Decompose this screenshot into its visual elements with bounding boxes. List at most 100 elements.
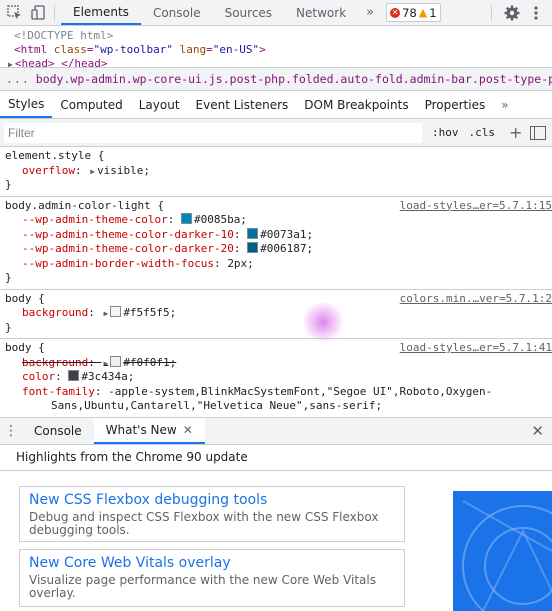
drawer-tab-console[interactable]: Console (22, 418, 94, 444)
property-value[interactable]: #f5f5f5; (123, 306, 176, 319)
tab-layout[interactable]: Layout (131, 91, 188, 118)
property-name[interactable]: --wp-admin-theme-color-darker-20 (22, 242, 234, 255)
styles-filter-input[interactable] (4, 122, 422, 143)
drawer-tab-whats-new[interactable]: What's New ✕ (93, 418, 205, 444)
dom-tree: <!DOCTYPE html> <html class="wp-toolbar"… (0, 26, 552, 67)
property-value[interactable]: #0085ba; (194, 213, 247, 226)
rule-body-load-styles: body { load-styles…er=5.7.1:41 backgroun… (0, 339, 552, 417)
tab-console[interactable]: Console (141, 0, 213, 25)
whats-new-card[interactable]: New Core Web Vitals overlay Visualize pa… (19, 549, 405, 607)
whats-new-card[interactable]: New CSS Flexbox debugging tools Debug an… (19, 486, 405, 542)
rule-source-link[interactable]: load-styles…er=5.7.1:15 (400, 199, 552, 212)
tab-properties[interactable]: Properties (417, 91, 494, 118)
rule-source-link[interactable]: colors.min.…ver=5.7.1:2 (400, 292, 552, 305)
tab-dom-breakpoints[interactable]: DOM Breakpoints (296, 91, 416, 118)
toggle-sidebar-icon[interactable] (530, 125, 547, 140)
property-name[interactable]: --wp-admin-border-width-focus (22, 257, 214, 270)
breadcrumb-body[interactable]: body.wp-admin.wp-core-ui.js.post-php.fol… (36, 72, 552, 86)
card-title[interactable]: New Core Web Vitals overlay (29, 554, 395, 572)
color-swatch[interactable] (180, 213, 192, 224)
close-drawer-icon[interactable]: ✕ (531, 422, 544, 440)
color-swatch[interactable] (68, 370, 80, 381)
drawer-tabbar: ⋮ Console What's New ✕ ✕ (0, 417, 552, 445)
styles-filter-bar: :hov .cls + (0, 119, 552, 147)
rule-close-brace: } (5, 271, 12, 284)
property-name[interactable]: --wp-admin-theme-color (22, 213, 168, 226)
color-swatch[interactable] (110, 306, 122, 317)
property-name[interactable]: --wp-admin-theme-color-darker-10 (22, 228, 234, 241)
dom-html-line[interactable]: <html class="wp-toolbar" lang="en-US"> (0, 43, 552, 57)
rule-close-brace: } (5, 178, 12, 191)
property-name[interactable]: background (22, 356, 88, 369)
breadcrumb-overflow[interactable]: ... (0, 72, 36, 86)
styles-pane-tabs: Styles Computed Layout Event Listeners D… (0, 91, 552, 119)
color-swatch[interactable] (247, 242, 259, 253)
device-toolbar-icon[interactable] (28, 3, 48, 23)
style-property[interactable]: font-family: -apple-system,BlinkMacSyste… (5, 385, 552, 400)
warning-count: 1 (429, 5, 437, 20)
rule-source-link[interactable]: load-styles…er=5.7.1:41 (400, 341, 552, 354)
hov-toggle[interactable]: :hov (432, 126, 459, 139)
style-property[interactable]: overflow: ▶ visible; (5, 164, 552, 179)
property-name[interactable]: color (22, 370, 55, 383)
property-value[interactable]: -apple-system,BlinkMacSystemFont,"Segoe … (108, 385, 492, 398)
property-value[interactable]: #3c434a; (81, 370, 134, 383)
property-value[interactable]: #006187; (260, 242, 313, 255)
style-property[interactable]: --wp-admin-border-width-focus: 2px; (5, 257, 552, 272)
expand-triangle-icon[interactable]: ▶ (8, 60, 13, 67)
dom-head-line[interactable]: ▶ <head> </head> (0, 57, 552, 67)
tab-sources[interactable]: Sources (213, 0, 284, 25)
customize-menu-icon[interactable] (526, 3, 546, 23)
rule-body-colors: body { colors.min.…ver=5.7.1:2 backgroun… (0, 290, 552, 339)
style-property[interactable]: background: ▶ #f5f5f5; (5, 306, 552, 321)
tab-event-listeners[interactable]: Event Listeners (188, 91, 297, 118)
property-name[interactable]: overflow (22, 164, 75, 177)
card-title[interactable]: New CSS Flexbox debugging tools (29, 491, 395, 509)
property-value-continued[interactable]: Sans,Ubuntu,Cantarell,"Helvetica Neue",s… (5, 399, 552, 414)
devtools-toolbar: Elements Console Sources Network » ✕ 78 … (0, 0, 552, 26)
property-value[interactable]: #f0f0f1; (123, 356, 176, 369)
style-property[interactable]: --wp-admin-theme-color-darker-20: #00618… (5, 242, 552, 257)
cls-toggle[interactable]: .cls (469, 126, 496, 139)
error-count: 78 (402, 5, 417, 20)
more-tabs-button[interactable]: » (358, 5, 382, 20)
tab-network[interactable]: Network (284, 0, 358, 25)
color-swatch[interactable] (247, 227, 259, 239)
property-value[interactable]: 2px; (227, 257, 254, 270)
dom-doctype-line[interactable]: <!DOCTYPE html> (0, 29, 552, 43)
property-name[interactable]: background (22, 306, 88, 319)
expand-triangle-icon[interactable]: ▶ (103, 309, 108, 318)
settings-gear-icon[interactable] (502, 3, 522, 23)
chrome-update-thumbnail (453, 491, 552, 611)
inspect-element-icon[interactable] (4, 3, 24, 23)
style-property[interactable]: --wp-admin-theme-color-darker-10: #0073a… (5, 227, 552, 243)
style-property[interactable]: --wp-admin-theme-color: #0085ba; (5, 213, 552, 228)
expand-triangle-icon[interactable]: ▶ (90, 167, 95, 176)
rule-admin-color-light: body.admin-color-light { load-styles…er=… (0, 197, 552, 290)
tab-elements[interactable]: Elements (61, 0, 141, 25)
tab-styles[interactable]: Styles (0, 91, 53, 118)
html-tag-close: > (259, 43, 266, 56)
drawer-menu-icon[interactable]: ⋮ (0, 423, 22, 439)
close-tab-icon[interactable]: ✕ (183, 423, 193, 437)
toolbar-divider-right (491, 4, 492, 21)
color-swatch[interactable] (110, 355, 122, 367)
property-value[interactable]: #0073a1; (260, 228, 313, 241)
html-tag: <html (14, 43, 54, 56)
rule-selector[interactable]: element.style { (5, 149, 552, 164)
rule-element-style: element.style { overflow: ▶ visible; } (0, 147, 552, 197)
toolbar-divider (54, 4, 55, 21)
doctype-text: <!DOCTYPE html> (14, 29, 114, 42)
issues-counter[interactable]: ✕ 78 ▲ 1 (386, 3, 441, 22)
new-style-rule-button[interactable]: + (509, 123, 522, 142)
property-name[interactable]: font-family (22, 385, 95, 398)
expand-triangle-icon[interactable]: ▶ (103, 359, 108, 368)
style-property-overridden[interactable]: background: ▶ #f0f0f1; (5, 355, 552, 371)
property-value[interactable]: visible; (97, 164, 150, 177)
style-property[interactable]: color: #3c434a; (5, 370, 552, 385)
tab-computed[interactable]: Computed (52, 91, 130, 118)
cursor-highlight (303, 302, 343, 342)
html-lang-value: "en-US" (212, 43, 260, 56)
more-style-tabs-button[interactable]: » (493, 91, 516, 118)
style-rules: element.style { overflow: ▶ visible; } bo… (0, 147, 552, 417)
